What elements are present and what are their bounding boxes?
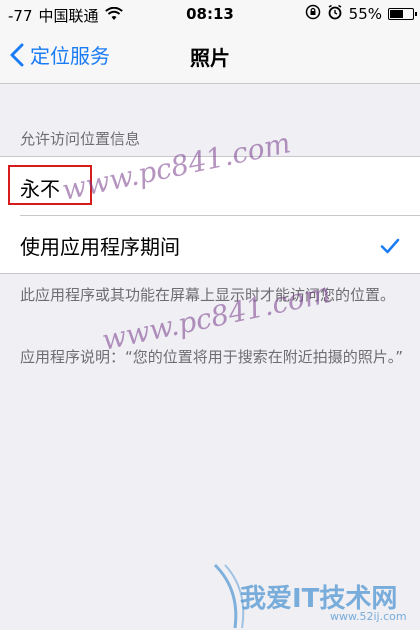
- app-description: 应用程序说明：“您的位置将用于搜索在附近拍摄的照片。”: [20, 348, 404, 366]
- checkmark-icon: [380, 235, 400, 259]
- watermark-logo: 我爱IT技术网 www.52ij.com: [210, 560, 420, 630]
- option-label: 永不: [20, 177, 60, 201]
- option-label: 使用应用程序期间: [20, 235, 180, 259]
- battery-fill: [390, 10, 404, 18]
- battery-icon: [388, 8, 417, 20]
- battery-percent: 55%: [348, 5, 382, 23]
- alarm-icon: [327, 4, 343, 24]
- status-right: 55%: [305, 4, 417, 24]
- logo-subtext: www.52ij.com: [330, 610, 407, 623]
- status-bar: -77 中国联通 08:13 55%: [0, 0, 420, 28]
- rotation-lock-icon: [305, 4, 321, 24]
- option-while-using[interactable]: 使用应用程序期间: [0, 215, 420, 273]
- page-title: 照片: [190, 46, 230, 70]
- section-header: 允许访问位置信息: [20, 130, 141, 148]
- navigation-bar: 定位服务 照片: [0, 28, 420, 84]
